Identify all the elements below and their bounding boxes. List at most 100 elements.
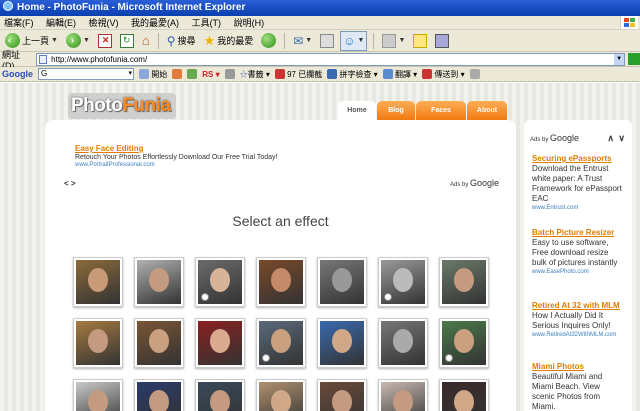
google-start-button[interactable]: 開始 xyxy=(139,69,167,80)
effect-preview-image xyxy=(198,260,242,304)
tab-faces[interactable]: Faces xyxy=(416,101,466,120)
menu-tools[interactable]: 工具(T) xyxy=(192,18,222,28)
ad-title[interactable]: Easy Face Editing xyxy=(75,144,335,153)
menu-file[interactable]: 檔案(F) xyxy=(4,18,34,28)
chevron-down-icon[interactable]: ▼ xyxy=(358,37,365,44)
settings-icon[interactable] xyxy=(469,69,480,79)
go-button[interactable] xyxy=(628,53,640,65)
print-icon xyxy=(320,33,335,48)
home-button[interactable]: ⌂ xyxy=(140,31,152,51)
window-title: Home - PhotoFunia - Microsoft Internet E… xyxy=(17,2,246,13)
effect-thumbnail[interactable] xyxy=(195,257,245,307)
mail-button[interactable]: ✉ ▼ xyxy=(291,31,314,51)
effect-thumbnail[interactable] xyxy=(134,379,184,411)
effect-thumbnail[interactable] xyxy=(134,257,184,307)
chevron-down-icon[interactable]: ▼ xyxy=(305,37,312,44)
effect-thumbnail[interactable] xyxy=(378,318,428,368)
send-to-label: 傳送到 xyxy=(434,69,459,79)
pagerank-icon[interactable] xyxy=(187,69,198,79)
favorites-button[interactable]: ★ 我的最愛 xyxy=(202,31,256,51)
ad-nav-arrows[interactable]: < > xyxy=(64,179,76,188)
translate-button[interactable]: 翻譯 ▾ xyxy=(382,69,417,80)
side-ad-3[interactable]: Retired At 32 with MLM How I Actually Di… xyxy=(532,301,624,338)
effect-thumbnail[interactable] xyxy=(317,318,367,368)
menu-view[interactable]: 檢視(V) xyxy=(89,18,119,28)
effect-thumbnail[interactable] xyxy=(439,318,489,368)
options-icon[interactable] xyxy=(224,69,235,79)
effect-thumbnail[interactable] xyxy=(73,379,123,411)
search-button[interactable]: ⚲ 搜尋 xyxy=(165,31,198,51)
refresh-button[interactable]: ↻ xyxy=(118,31,136,51)
chevron-down-icon[interactable]: ▼ xyxy=(398,37,405,44)
side-ad-title[interactable]: Batch Picture Resizer xyxy=(532,228,624,237)
forward-button[interactable]: › ▼ xyxy=(64,31,92,51)
top-ad[interactable]: Easy Face Editing Retouch Your Photos Ef… xyxy=(75,144,335,168)
side-ad-description: How I Actually Did It Serious Inquires O… xyxy=(532,311,611,330)
side-ad-url[interactable]: www.RetiredAt32WithMLM.com xyxy=(532,332,624,338)
effect-thumbnail[interactable] xyxy=(195,379,245,411)
discuss-button[interactable]: ▼ xyxy=(380,31,407,51)
side-ad-nav-arrows[interactable]: ∧ ∨ xyxy=(607,133,626,144)
stop-button[interactable]: ✕ xyxy=(96,31,114,51)
tab-about[interactable]: About xyxy=(467,101,507,120)
spellcheck-button[interactable]: 拼字檢查 ▾ xyxy=(327,69,378,80)
side-ad-title[interactable]: Securing ePassports xyxy=(532,154,624,163)
menu-edit[interactable]: 編輯(E) xyxy=(46,18,76,28)
effect-thumbnail[interactable] xyxy=(134,318,184,368)
history-icon xyxy=(261,33,277,48)
effect-preview-image xyxy=(442,382,486,411)
bookmarks-button[interactable]: ☆書籤 ▾ xyxy=(240,69,270,80)
print-button[interactable] xyxy=(318,31,336,51)
side-ad-2[interactable]: Batch Picture Resizer Easy to use softwa… xyxy=(532,228,624,275)
ads-by-google[interactable]: Ads by Google xyxy=(450,178,499,188)
effect-thumbnail[interactable] xyxy=(317,379,367,411)
effect-thumbnail[interactable] xyxy=(195,318,245,368)
google-toolbar: Google G 開始 RS ▾ ☆書籤 ▾ 97 已攔截 拼字檢查 ▾ 翻譯 … xyxy=(0,67,640,82)
note-button[interactable] xyxy=(411,31,429,51)
popup-blocker-button[interactable]: 97 已攔截 xyxy=(274,69,322,80)
side-ad-title[interactable]: Miami Photos xyxy=(532,362,624,371)
news-icon[interactable] xyxy=(172,69,183,79)
side-ad-1[interactable]: Securing ePassports Download the Entrust… xyxy=(532,154,624,211)
effect-thumbnail[interactable] xyxy=(256,318,306,368)
effect-thumbnail[interactable] xyxy=(73,318,123,368)
side-ad-title[interactable]: Retired At 32 with MLM xyxy=(532,301,624,310)
tab-blog[interactable]: Blog xyxy=(377,101,415,120)
ads-by-label: Ads by xyxy=(530,137,549,143)
menu-favorites[interactable]: 我的最愛(A) xyxy=(131,18,179,28)
side-ad-4[interactable]: Miami Photos Beautiful Miami and Miami B… xyxy=(532,362,624,411)
smiley-icon xyxy=(262,354,270,362)
search-icon: ⚲ xyxy=(166,33,176,48)
research-icon xyxy=(435,33,450,48)
menu-help[interactable]: 說明(H) xyxy=(234,18,265,28)
send-to-button[interactable]: 傳送到 ▾ xyxy=(422,69,465,80)
effect-thumbnail[interactable] xyxy=(439,379,489,411)
side-ad-url[interactable]: www.EasePhoto.com xyxy=(532,269,624,275)
effect-thumbnail[interactable] xyxy=(256,379,306,411)
effect-thumbnail[interactable] xyxy=(439,257,489,307)
photofunia-logo[interactable]: PhotoFunia xyxy=(68,93,176,119)
effect-thumbnail[interactable] xyxy=(317,257,367,307)
address-input[interactable]: http://www.photofunia.com/ ▼ xyxy=(36,52,626,66)
effect-thumbnail[interactable] xyxy=(256,257,306,307)
chevron-down-icon[interactable]: ▼ xyxy=(51,37,58,44)
translate-icon xyxy=(382,69,393,80)
history-button[interactable] xyxy=(259,31,278,51)
face-shape xyxy=(393,390,413,411)
google-search-input[interactable]: G xyxy=(38,68,134,80)
research-button[interactable] xyxy=(433,31,451,51)
effect-thumbnail[interactable] xyxy=(378,257,428,307)
spellcheck-icon xyxy=(327,69,338,80)
effect-preview-image xyxy=(198,382,242,411)
face-shape xyxy=(88,390,108,411)
tab-home[interactable]: Home xyxy=(338,101,376,120)
chevron-down-icon[interactable]: ▼ xyxy=(614,53,625,65)
chevron-down-icon[interactable]: ▼ xyxy=(83,37,90,44)
effect-preview-image xyxy=(76,382,120,411)
ad-url[interactable]: www.PortraitProfessional.com xyxy=(75,162,335,168)
effect-thumbnail[interactable] xyxy=(73,257,123,307)
messenger-button[interactable]: ☺ ▼ xyxy=(340,30,368,51)
effect-thumbnail[interactable] xyxy=(378,379,428,411)
side-ad-url[interactable]: www.Entrust.com xyxy=(532,205,624,211)
rs-button[interactable]: RS ▾ xyxy=(202,70,219,79)
